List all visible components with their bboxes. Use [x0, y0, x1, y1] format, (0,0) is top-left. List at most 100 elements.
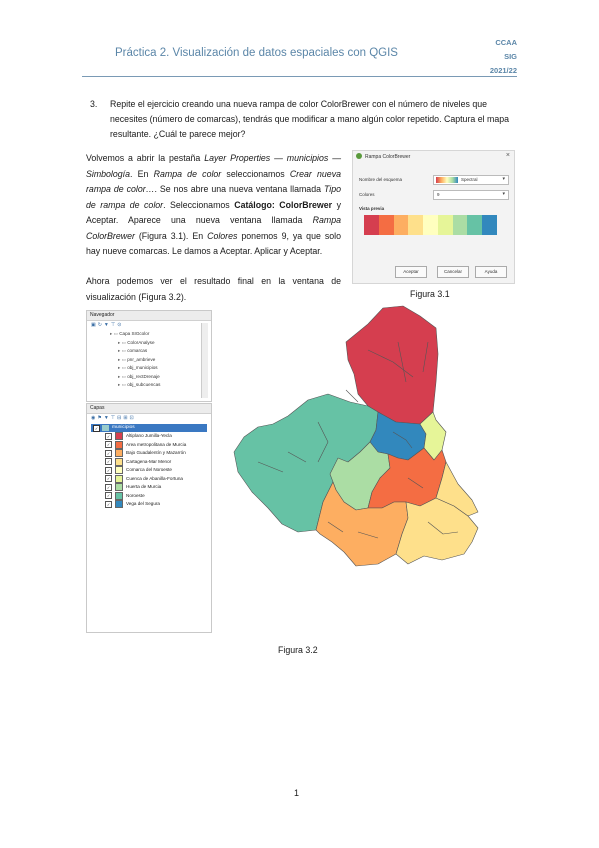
header-right: CCAA SIG 2021/22	[490, 36, 517, 78]
layers-title: Capas	[87, 404, 211, 414]
header-title: Práctica 2. Visualización de datos espac…	[115, 47, 398, 59]
legend-item[interactable]: ✓ Bajo Guadalentín y Mazarrón	[105, 449, 186, 457]
navigator-item[interactable]: ▸ ▭ obj_municipios	[118, 364, 158, 372]
text-run: Colores	[207, 230, 238, 241]
text-run: (Figura 3.1). En	[134, 230, 208, 241]
legend-label: Noroeste	[126, 492, 145, 498]
navigator-item[interactable]: ▸ ▭ comarcas	[118, 347, 147, 355]
navigator-item-label: obj_municipios	[127, 365, 158, 370]
legend-item[interactable]: ✓ Huerta de Murcia	[105, 483, 161, 491]
ramp-color-cell	[482, 215, 498, 235]
legend-checkbox[interactable]: ✓	[105, 432, 112, 440]
figure-3-1-caption: Figura 3.1	[410, 289, 450, 299]
layer-checkbox[interactable]: ✓	[93, 425, 100, 432]
exercise-number: 3.	[90, 99, 98, 109]
legend-checkbox[interactable]: ✓	[105, 475, 112, 482]
scheme-ramp-thumb	[436, 177, 458, 183]
paragraph-2: Ahora podemos ver el resultado final en …	[86, 276, 341, 302]
legend-checkbox[interactable]: ✓	[105, 441, 112, 448]
legend-label: Altiplano Jumilla-Yecla	[126, 433, 172, 439]
legend-item[interactable]: ✓ Altiplano Jumilla-Yecla	[105, 432, 172, 440]
text-run: . Se nos abre una nueva ventana llamada	[154, 184, 324, 194]
dialog-title: Rampa ColorBrewer	[365, 154, 411, 160]
header-course: CCAA	[495, 38, 517, 47]
ramp-color-cell	[467, 215, 483, 235]
legend-checkbox[interactable]: ✓	[105, 500, 112, 508]
legend-item[interactable]: ✓ Cartagena-Mar Menor	[105, 457, 172, 466]
legend-swatch	[115, 457, 123, 466]
navigator-item-label: obj_subcuencas	[127, 382, 161, 387]
page-number: 1	[294, 788, 300, 798]
navigator-item-label: obj_rectDrenaje	[127, 373, 160, 379]
figure-3-2-caption: Figura 3.2	[278, 645, 318, 655]
ramp-color-cell	[452, 215, 468, 235]
legend-item[interactable]: ✓ Area metropolitana de Murcia	[105, 440, 187, 449]
ramp-color-cell	[393, 215, 409, 235]
exercise-item: 3. Repite el ejercicio creando una nueva…	[90, 97, 518, 142]
colors-label: Colores	[359, 192, 375, 197]
legend-checkbox[interactable]: ✓	[105, 483, 112, 491]
ramp-color-cell	[378, 215, 395, 235]
colors-select[interactable]: 9 ▾	[433, 190, 509, 200]
legend-swatch	[115, 449, 123, 457]
text-run: seleccionamos	[221, 168, 290, 179]
legend-item[interactable]: ✓ Noroeste	[105, 491, 145, 500]
text-run: . En	[130, 168, 154, 179]
legend-label: Vega del Segura	[126, 501, 160, 507]
paragraph-1: Volvemos a abrir la pestaña Layer Proper…	[86, 151, 341, 260]
exercise-text: Repite el ejercicio creando una nueva ra…	[110, 99, 509, 139]
legend-checkbox[interactable]: ✓	[105, 492, 112, 499]
legend-label: Cartagena-Mar Menor	[126, 458, 172, 464]
polygon-layer-icon	[102, 425, 109, 431]
navigator-item-label: Capa SIGcolor	[119, 331, 150, 336]
colors-value: 9	[437, 192, 440, 197]
legend-label: Area metropolitana de Murcia	[126, 441, 187, 447]
chevron-down-icon: ▾	[502, 176, 505, 182]
legend-swatch	[115, 483, 123, 491]
chevron-down-icon: ▾	[502, 191, 505, 197]
qgis-logo-icon	[356, 153, 362, 159]
preview-label: Vista previa	[359, 206, 385, 211]
map-canvas[interactable]	[228, 302, 528, 584]
close-icon[interactable]: ×	[506, 152, 510, 159]
scheme-select[interactable]: Spectral ▾	[433, 175, 509, 185]
navigator-item[interactable]: ▸ ▭ obj_rectDrenaje	[118, 373, 160, 381]
navigator-item[interactable]: ▸ ▭ pnr_ambrieve	[118, 356, 155, 364]
legend-label: Huerta de Murcia	[126, 484, 162, 490]
legend-swatch	[115, 432, 123, 440]
layer-name: municipios	[112, 425, 135, 430]
help-button[interactable]: Ayuda	[475, 266, 507, 278]
cancel-button[interactable]: Cancelar	[437, 266, 469, 278]
legend-label: Bajo Guadalentín y Mazarrón	[126, 450, 186, 456]
navigator-item-label: comarcas	[127, 348, 148, 353]
layers-toolbar[interactable]: ◉⚑▼⊤⊟⊞⊡	[91, 415, 136, 421]
legend-label: Cuenca de Abanilla-Fortuna	[126, 475, 183, 481]
ramp-color-cell	[364, 215, 380, 235]
legend-checkbox[interactable]: ✓	[105, 466, 112, 474]
navigator-item[interactable]: ▸ ▭ Capa SIGcolor	[110, 330, 149, 338]
header-subject: SIG	[504, 52, 517, 61]
navigator-toolbar[interactable]: ▣↻▼⊤⊙	[91, 322, 123, 328]
legend-item[interactable]: ✓ Vega del Segura	[105, 500, 160, 508]
navigator-scrollbar[interactable]	[201, 323, 208, 398]
legend-item[interactable]: ✓ Comarca del Noroeste	[105, 466, 172, 474]
text-run: . Seleccionamos	[163, 199, 235, 210]
ramp-color-cell	[423, 215, 439, 235]
scheme-label: Nombre del esquema	[359, 177, 403, 182]
navigator-item[interactable]: ▸ ▭ obj_subcuencas	[118, 381, 160, 389]
navigator-item-label: pnr_ambrieve	[127, 356, 156, 362]
scheme-value: Spectral	[461, 177, 478, 182]
navigator-title: Navegador	[87, 311, 211, 321]
legend-swatch	[115, 466, 123, 474]
navigator-item-label: ColorAnalyse	[127, 339, 155, 345]
legend-swatch	[115, 500, 123, 508]
text-run: Volvemos a abrir la pestaña	[86, 153, 205, 163]
legend-label: Comarca del Noroeste	[126, 467, 172, 473]
accept-button[interactable]: Aceptar	[395, 266, 427, 278]
legend-swatch	[115, 440, 123, 449]
text-run: Catálogo: ColorBrewer	[234, 199, 333, 210]
legend-checkbox[interactable]: ✓	[105, 458, 112, 465]
legend-item[interactable]: ✓ Cuenca de Abanilla-Fortuna	[105, 474, 183, 483]
legend-checkbox[interactable]: ✓	[105, 449, 112, 457]
navigator-item[interactable]: ▸ ▭ ColorAnalyse	[118, 339, 155, 347]
